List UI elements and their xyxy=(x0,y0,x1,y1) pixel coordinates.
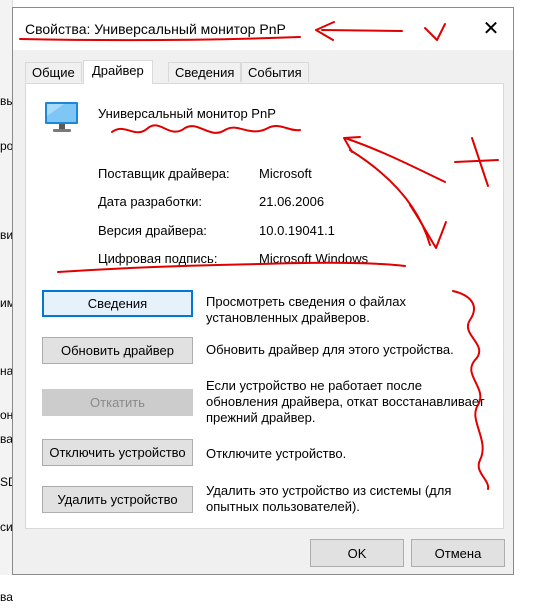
tab-driver[interactable]: Драйвер xyxy=(83,60,153,84)
cancel-button[interactable]: Отмена xyxy=(411,539,505,567)
tab-events[interactable]: События xyxy=(241,62,309,82)
driver-details-description: Просмотреть сведения о файлах установлен… xyxy=(206,294,406,325)
update-driver-button[interactable]: Обновить драйвер xyxy=(42,337,193,364)
close-icon[interactable]: ✕ xyxy=(479,17,503,41)
title-bar[interactable]: Свойства: Универсальный монитор PnP ✕ xyxy=(13,8,513,50)
uninstall-device-button[interactable]: Удалить устройство xyxy=(42,486,193,513)
roll-back-driver-description: Если устройство не работает после обновл… xyxy=(206,378,485,425)
ok-button[interactable]: OK xyxy=(310,539,404,567)
update-driver-description: Обновить драйвер для этого устройства. xyxy=(206,342,454,357)
driver-provider-value: Microsoft xyxy=(259,166,312,181)
driver-provider-label: Поставщик драйвера: xyxy=(98,166,230,181)
uninstall-device-description: Удалить это устройство из системы (для о… xyxy=(206,483,452,514)
roll-back-driver-button: Откатить xyxy=(42,389,193,416)
background-text-fragment: ва xyxy=(0,432,13,446)
disable-device-button[interactable]: Отключить устройство xyxy=(42,439,193,466)
driver-tab-panel: Универсальный монитор PnP Поставщик драй… xyxy=(25,83,504,529)
tab-details[interactable]: Сведения xyxy=(168,62,242,82)
device-name: Универсальный монитор PnP xyxy=(98,106,276,121)
driver-date-value: 21.06.2006 xyxy=(259,194,325,209)
disable-device-description: Отключите устройство. xyxy=(206,446,347,461)
digital-signer-value: Microsoft Windows xyxy=(259,251,369,266)
monitor-icon xyxy=(45,102,78,132)
driver-version-value: 10.0.19041.1 xyxy=(259,223,335,238)
properties-dialog: Свойства: Универсальный монитор PnP ✕ Об… xyxy=(12,7,514,575)
driver-version-label: Версия драйвера: xyxy=(98,223,207,238)
background-text-fragment: си xyxy=(0,520,13,534)
tab-general[interactable]: Общие xyxy=(25,62,82,82)
driver-date-label: Дата разработки: xyxy=(98,194,203,209)
digital-signer-label: Цифровая подпись: xyxy=(98,251,218,266)
driver-details-button[interactable]: Сведения xyxy=(42,290,193,317)
dialog-title: Свойства: Универсальный монитор PnP xyxy=(25,21,286,37)
background-text-fragment: ва xyxy=(0,590,13,604)
